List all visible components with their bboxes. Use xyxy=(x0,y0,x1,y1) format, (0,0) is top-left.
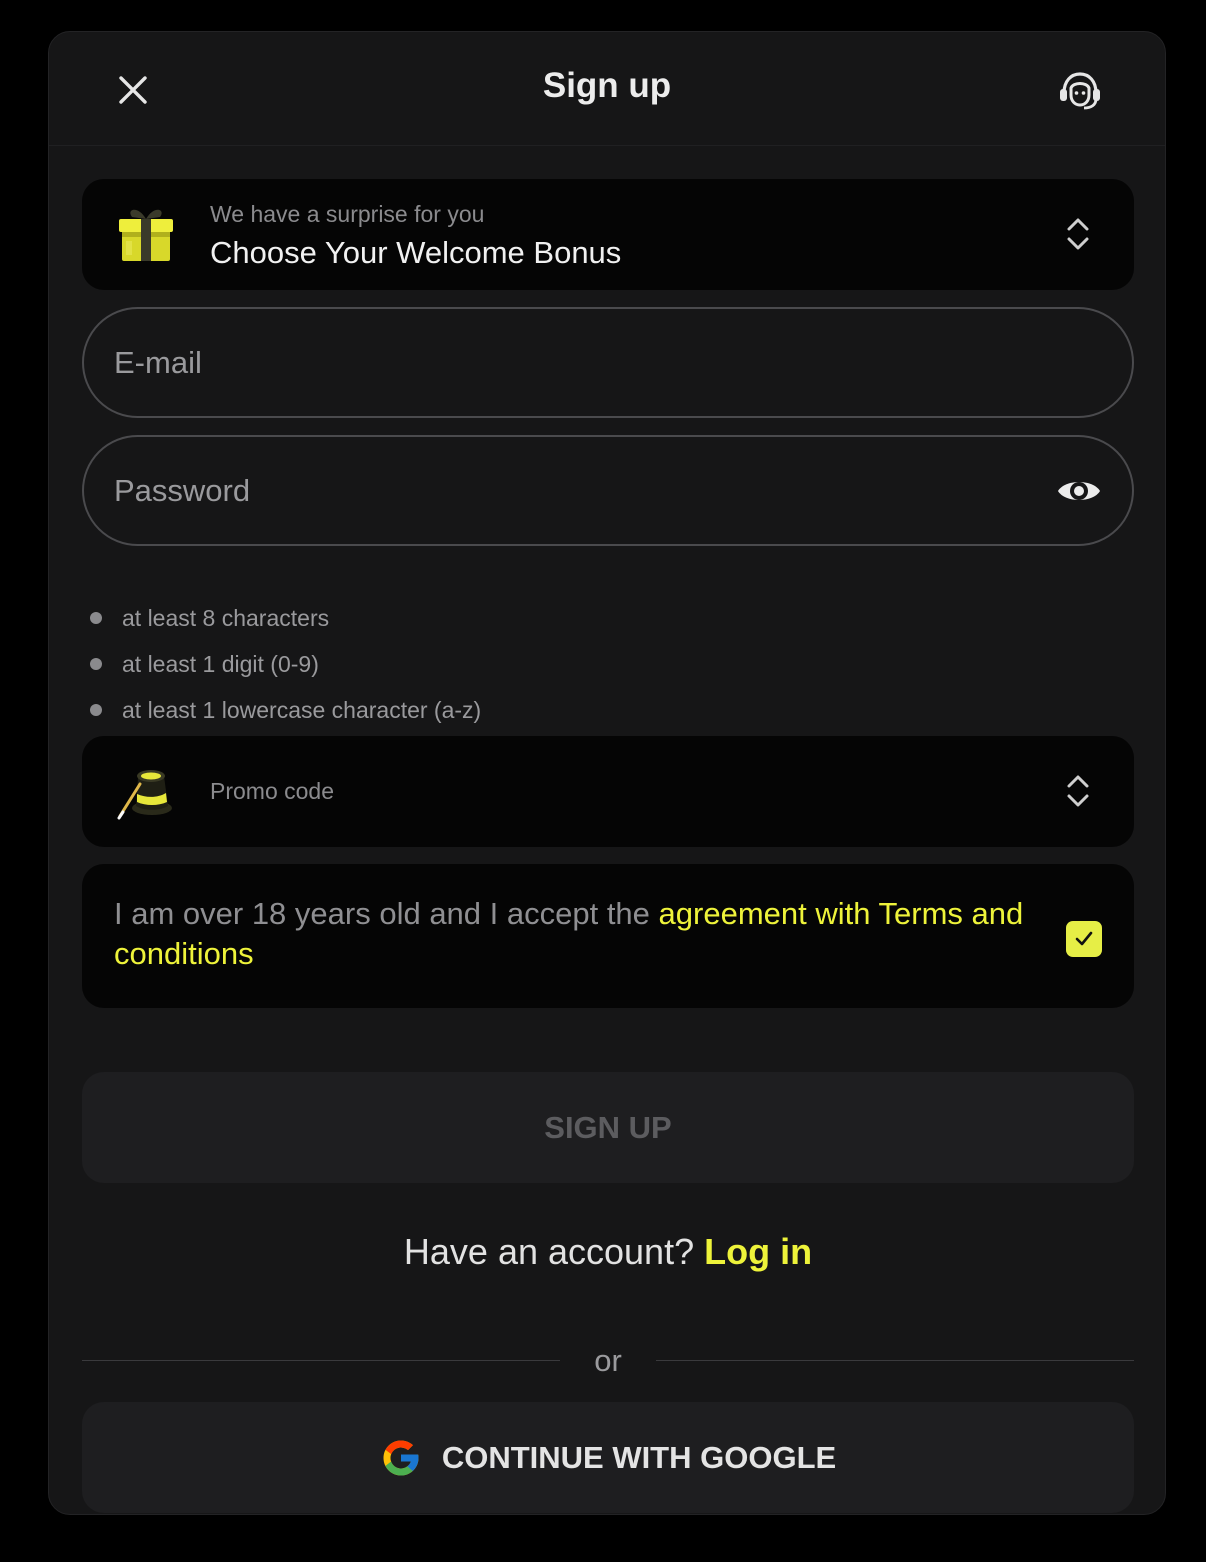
bonus-title: Choose Your Welcome Bonus xyxy=(210,235,622,270)
terms-agreement: I am over 18 years old and I accept the … xyxy=(82,864,1134,1008)
terms-checkbox[interactable] xyxy=(1066,921,1102,957)
password-rule: at least 1 digit (0-9) xyxy=(90,641,481,687)
login-link[interactable]: Log in xyxy=(704,1231,812,1272)
email-input[interactable] xyxy=(114,309,1014,416)
password-rule: at least 8 characters xyxy=(90,595,481,641)
password-input[interactable] xyxy=(114,437,1014,544)
login-prompt: Have an account? Log in xyxy=(403,1231,813,1272)
chevron-up-down-icon xyxy=(1067,775,1089,807)
bullet xyxy=(90,612,102,624)
bullet xyxy=(90,704,102,716)
welcome-bonus-selector[interactable]: We have a surprise for you Choose Your W… xyxy=(82,179,1134,290)
google-button-label: CONTINUE WITH GOOGLE xyxy=(441,1439,837,1475)
password-rule: at least 1 lowercase character (a-z) xyxy=(90,687,481,733)
promo-code-label: Promo code xyxy=(210,778,335,804)
bullet xyxy=(90,658,102,670)
continue-with-google-button[interactable]: CONTINUE WITH GOOGLE xyxy=(82,1402,1134,1513)
divider-line xyxy=(656,1360,1134,1361)
support-button[interactable] xyxy=(1055,65,1105,115)
email-field[interactable] xyxy=(82,307,1134,418)
signup-button[interactable]: SIGN UP xyxy=(82,1072,1134,1183)
show-password-button[interactable] xyxy=(1056,471,1102,511)
google-icon xyxy=(383,1440,419,1475)
or-divider: or xyxy=(82,1341,1134,1381)
password-rules: at least 8 characters at least 1 digit (… xyxy=(90,595,481,733)
gift-box-icon xyxy=(119,209,173,261)
check-icon xyxy=(1075,931,1093,946)
headset-support-icon xyxy=(1060,72,1100,110)
modal-header: Sign up xyxy=(49,32,1165,146)
divider-text: or xyxy=(594,1343,622,1378)
page-title: Sign up xyxy=(542,66,672,105)
magic-hat-icon xyxy=(117,770,172,820)
promo-code-selector[interactable]: Promo code xyxy=(82,736,1134,847)
signup-modal: Sign up We have a surprise for you Choos… xyxy=(48,31,1166,1515)
password-field[interactable] xyxy=(82,435,1134,546)
terms-text: I am over 18 years old and I accept the … xyxy=(114,896,1024,971)
bonus-subtitle: We have a surprise for you xyxy=(210,201,485,227)
eye-icon xyxy=(1058,482,1100,500)
chevron-up-down-icon xyxy=(1067,218,1089,250)
